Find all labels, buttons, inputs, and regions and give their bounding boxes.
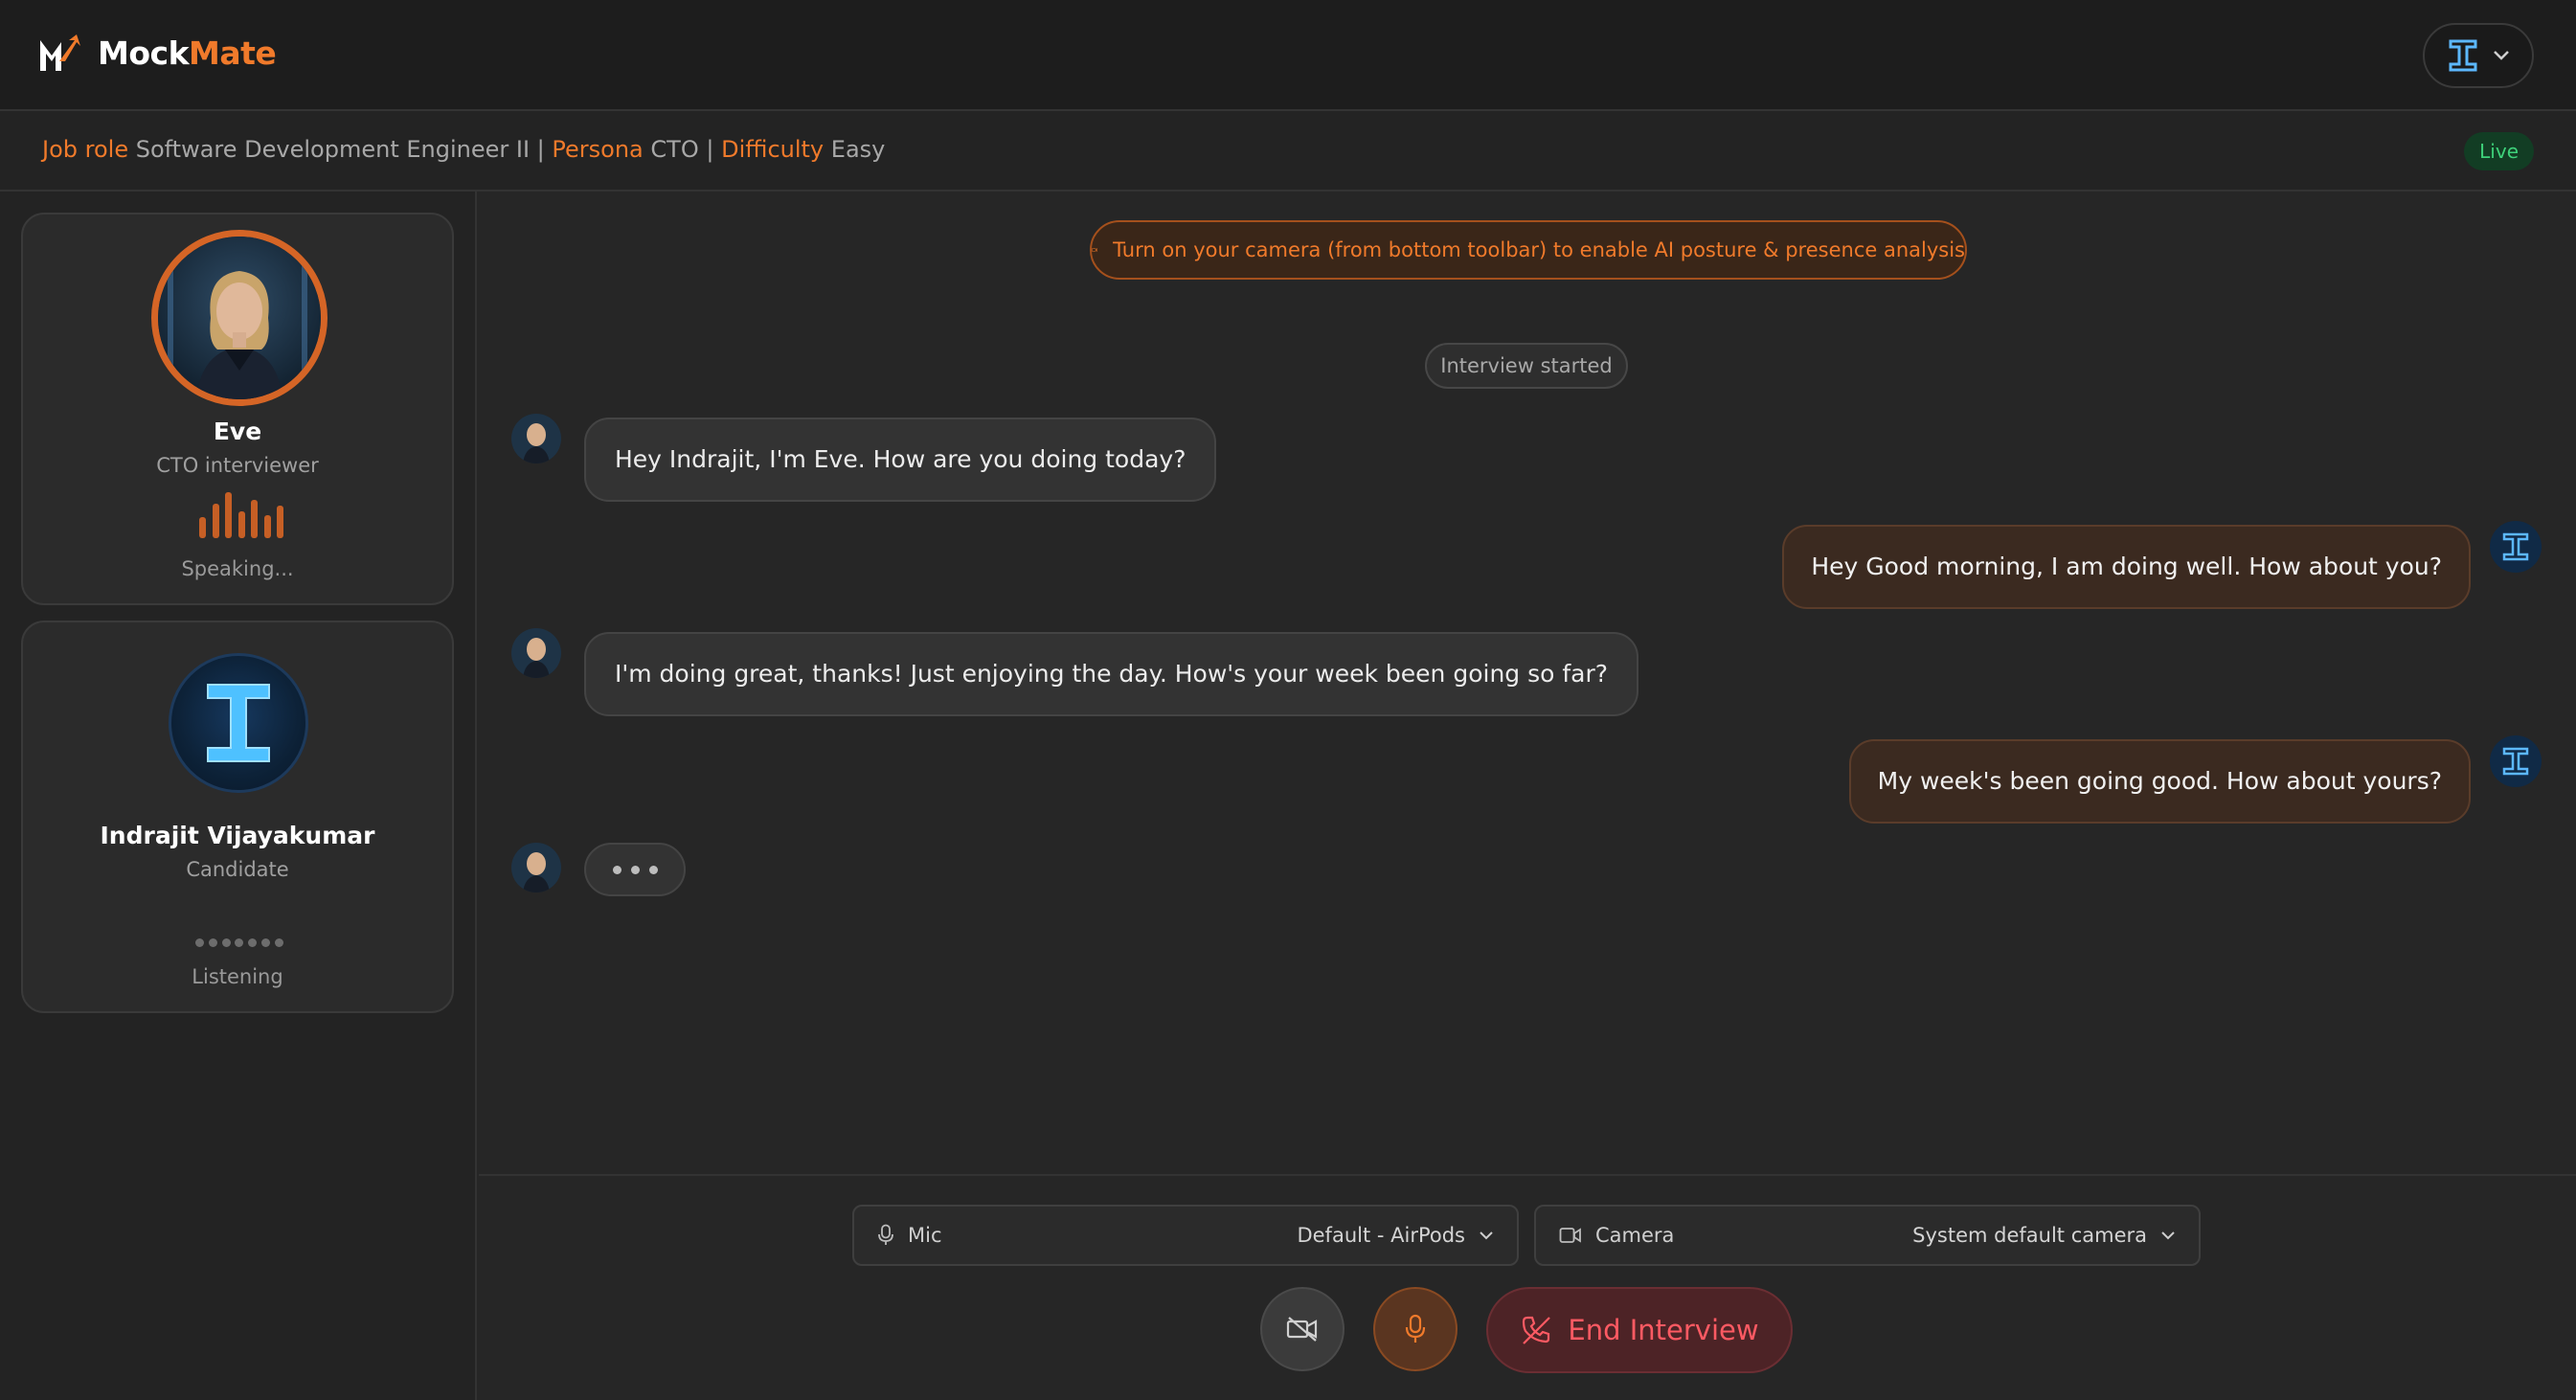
microphone-icon: [1405, 1314, 1426, 1343]
candidate-status: Listening: [192, 965, 283, 988]
camera-notice-text: Turn on your camera (from bottom toolbar…: [1113, 238, 1965, 261]
end-interview-label: End Interview: [1568, 1314, 1759, 1346]
microphone-icon: [878, 1224, 893, 1245]
user-monogram-icon: [2449, 39, 2477, 72]
chevron-down-icon: [2161, 1231, 2175, 1240]
idle-audio-indicator-icon: [195, 938, 283, 950]
camera-notice-banner: Turn on your camera (from bottom toolbar…: [1090, 220, 1967, 280]
camera-label: Camera: [1595, 1224, 1675, 1247]
ai-message-bubble: Hey Indrajit, I'm Eve. How are you doing…: [584, 418, 1217, 502]
interview-started-pill: Interview started: [1425, 343, 1628, 389]
user-menu-button[interactable]: [2423, 23, 2534, 88]
end-interview-button[interactable]: End Interview: [1486, 1287, 1793, 1373]
candidate-avatar: [169, 653, 308, 793]
persona-key: Persona: [552, 136, 644, 163]
chat-area: Turn on your camera (from bottom toolbar…: [479, 192, 2576, 1400]
user-monogram-icon: [207, 684, 270, 762]
chevron-down-icon: [2494, 51, 2509, 60]
user-monogram-icon: [2502, 747, 2529, 776]
camera-off-icon: [1286, 1317, 1318, 1342]
bottom-toolbar: Mic Default - AirPods Camera System defa…: [479, 1174, 2576, 1400]
interviewer-chat-avatar: [511, 843, 561, 892]
ai-message-bubble: I'm doing great, thanks! Just enjoying t…: [584, 632, 1639, 716]
interviewer-role: CTO interviewer: [156, 454, 319, 477]
video-camera-icon: [1092, 248, 1097, 252]
mockmate-logo-icon: [40, 34, 80, 71]
candidate-chat-avatar: [2490, 521, 2542, 573]
mic-value: Default - AirPods: [1297, 1224, 1465, 1247]
chevron-down-icon: [1480, 1231, 1493, 1240]
app-name: MockMate: [98, 34, 277, 72]
difficulty-value: Easy: [830, 136, 886, 163]
candidate-role: Candidate: [186, 858, 289, 881]
toggle-mic-button[interactable]: [1373, 1287, 1457, 1371]
interviewer-name: Eve: [213, 418, 262, 445]
phone-off-icon: [1523, 1316, 1551, 1344]
interviewer-card: Eve CTO interviewer Speaking...: [21, 213, 454, 605]
toggle-camera-button[interactable]: [1260, 1287, 1344, 1371]
candidate-card: Indrajit Vijayakumar Candidate Listening: [21, 621, 454, 1013]
typing-indicator: [584, 843, 686, 896]
live-status-badge: Live: [2464, 132, 2534, 170]
camera-select[interactable]: Camera System default camera: [1534, 1205, 2201, 1266]
separator: |: [706, 136, 714, 163]
persona-value: CTO: [650, 136, 699, 163]
mic-select[interactable]: Mic Default - AirPods: [852, 1205, 1519, 1266]
video-camera-icon: [1559, 1228, 1581, 1243]
difficulty-key: Difficulty: [721, 136, 825, 163]
session-meta: Job role Software Development Engineer I…: [42, 136, 885, 163]
candidate-name: Indrajit Vijayakumar: [100, 822, 375, 849]
top-bar: MockMate: [0, 0, 2576, 111]
candidate-chat-avatar: [2490, 735, 2542, 787]
interviewer-status: Speaking...: [181, 557, 294, 580]
interviewer-chat-avatar: [511, 414, 561, 463]
separator: |: [536, 136, 545, 163]
user-monogram-icon: [2502, 532, 2529, 561]
camera-value: System default camera: [1912, 1224, 2147, 1247]
app-logo[interactable]: MockMate: [38, 33, 277, 73]
participants-sidebar: Eve CTO interviewer Speaking... Indrajit…: [0, 192, 477, 1400]
user-message-bubble: Hey Good morning, I am doing well. How a…: [1782, 525, 2471, 609]
job-role-key: Job role: [42, 136, 129, 163]
interviewer-avatar: [151, 230, 328, 406]
session-info-bar: Job role Software Development Engineer I…: [0, 111, 2576, 192]
speaking-waveform-icon: [199, 492, 283, 538]
job-role-value: Software Development Engineer II: [135, 136, 531, 163]
interviewer-chat-avatar: [511, 628, 561, 678]
mic-label: Mic: [908, 1224, 942, 1247]
user-message-bubble: My week's been going good. How about you…: [1848, 739, 2471, 824]
